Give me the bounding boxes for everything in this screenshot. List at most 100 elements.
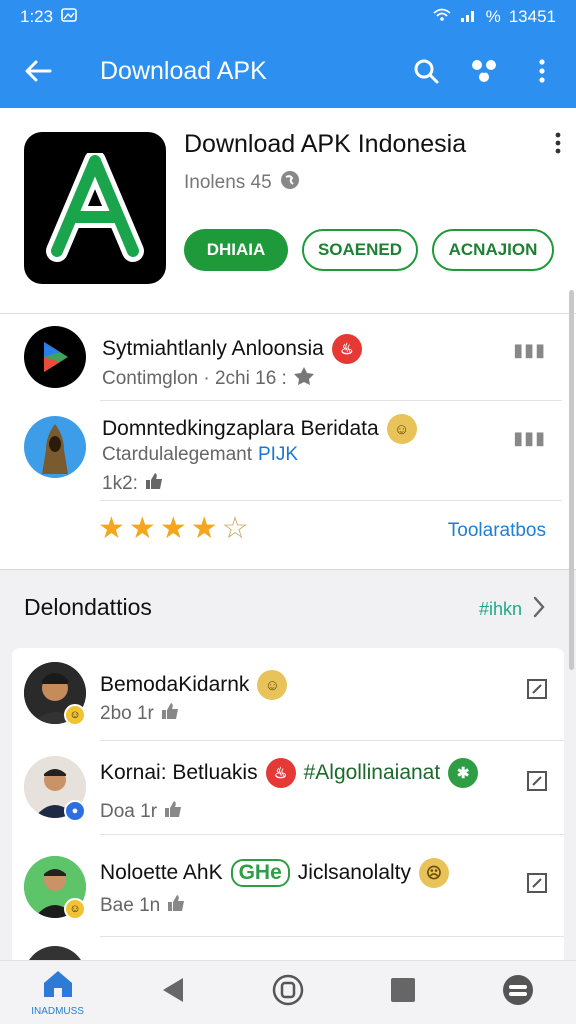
section-title: Delondattios xyxy=(24,594,152,620)
nav-back[interactable] xyxy=(141,963,205,1023)
review-row[interactable]: Sytmiahtlanly Anloonsia ♨ Contimglon · 2… xyxy=(0,314,576,400)
review-name: Sytmiahtlanly Anloonsia ♨ xyxy=(102,334,362,364)
header-more-icon[interactable] xyxy=(554,132,562,159)
verified-badge-icon: ● xyxy=(64,800,86,822)
review-more-icon[interactable]: ▮▮▮ xyxy=(513,340,546,361)
review-name: Domntedkingzaplara Beridata ☺ xyxy=(102,414,417,444)
comment-row[interactable]: ● Kornai: Betluakis ♨ #Algollinaianat ✱ … xyxy=(12,740,564,834)
divider xyxy=(100,500,562,501)
chevron-right-icon[interactable] xyxy=(532,596,546,623)
review-meta-text: Ctardulalegemant xyxy=(102,444,252,465)
nav-recents[interactable] xyxy=(256,963,320,1023)
top-bar: 1:23 % 13451 Download APK xyxy=(0,0,576,108)
nav-stop[interactable] xyxy=(371,963,435,1023)
comment-meta-text: 2bo 1r xyxy=(100,703,154,724)
star-filled-icon: ★ xyxy=(159,512,187,545)
battery-text: 13451 xyxy=(508,7,556,26)
comment-tag: GHe xyxy=(230,859,290,887)
review-extra-text: 1k2: xyxy=(102,473,138,494)
status-bar: 1:23 % 13451 xyxy=(0,0,576,34)
comment-meta-text: Bae 1n xyxy=(100,895,161,916)
comment-name: Noloette AhK GHe Jiclsanolalty ☹ xyxy=(100,858,449,888)
back-triangle-icon xyxy=(159,976,187,1009)
sparkle-emoji-icon: ✱ xyxy=(448,758,479,788)
review-name-text: Domntedkingzaplara Beridata xyxy=(102,417,379,440)
verified-icon xyxy=(293,366,315,392)
home-icon xyxy=(40,969,76,1004)
comment-name-text: Kornai: Betluakis xyxy=(100,761,258,784)
reviews-link[interactable]: Toolaratbos xyxy=(448,520,546,542)
scrollbar[interactable] xyxy=(569,290,574,670)
profile-icon xyxy=(502,974,534,1011)
edit-icon[interactable] xyxy=(526,770,548,797)
more-vertical-icon[interactable] xyxy=(524,53,560,89)
app-bar: Download APK xyxy=(0,34,576,108)
reaction-emoji-icon: ♨ xyxy=(331,334,362,364)
wifi-icon xyxy=(432,7,452,28)
section-see-more[interactable]: #ihkn xyxy=(479,596,546,623)
nav-home[interactable]: INADMUSS xyxy=(26,963,90,1023)
smile-emoji-icon: ☺ xyxy=(386,414,417,444)
signal-text: % xyxy=(485,7,501,26)
comment-name: Kornai: Betluakis ♨ #Algollinaianat ✱ xyxy=(100,758,479,788)
edit-icon[interactable] xyxy=(526,872,548,899)
review-name-text: Sytmiahtlanly Anloonsia xyxy=(102,337,324,360)
comment-name-text: Noloette AhK xyxy=(100,861,223,884)
star-filled-icon: ★ xyxy=(128,512,156,545)
back-arrow-icon[interactable] xyxy=(16,49,60,93)
star-empty-icon: ☆ xyxy=(221,512,249,545)
star-filled-icon: ★ xyxy=(98,512,125,545)
comment-row[interactable]: ☺ Noloette AhK GHe Jiclsanolalty ☹ Bae 1… xyxy=(12,834,564,934)
comment-name-text: BemodaKidarnk xyxy=(100,673,250,696)
section-link-text[interactable]: #ihkn xyxy=(479,599,522,620)
app-header-card: Download APK Indonesia Inolens 45 DHIAIA… xyxy=(0,108,576,314)
review-meta-text: Contimglon · 2chi 16 : xyxy=(102,368,287,389)
review-link[interactable]: PIJK xyxy=(258,444,298,466)
nav-profile[interactable] xyxy=(486,963,550,1023)
like-icon xyxy=(166,894,186,918)
comment-suffix: Jiclsanolalty xyxy=(297,861,411,884)
tertiary-action-button[interactable]: ACNAJION xyxy=(432,229,554,271)
review-meta: Ctardulalegemant PIJK xyxy=(102,444,298,466)
share-icon[interactable] xyxy=(466,53,502,89)
smile-emoji-icon: ☺ xyxy=(257,670,288,700)
emoji-badge-icon: ☺ xyxy=(64,898,86,920)
primary-action-button[interactable]: DHIAIA xyxy=(184,229,288,271)
search-icon[interactable] xyxy=(408,53,444,89)
signal-icon xyxy=(460,7,478,28)
edit-icon[interactable] xyxy=(526,678,548,705)
review-row[interactable]: Domntedkingzaplara Beridata ☺ Ctardulale… xyxy=(0,400,576,500)
nav-home-label: INADMUSS xyxy=(31,1005,84,1017)
comment-meta-text: Doa 1r xyxy=(100,801,158,822)
comment-meta: 2bo 1r xyxy=(100,702,180,726)
image-notification-icon xyxy=(61,7,77,28)
app-subtitle-text: Inolens 45 xyxy=(184,172,272,193)
recents-icon xyxy=(272,974,304,1011)
like-icon xyxy=(144,472,164,496)
comment-name: BemodaKidarnk ☺ xyxy=(100,670,288,700)
user-avatar-partial xyxy=(24,946,86,960)
reaction-emoji-icon: ♨ xyxy=(265,758,296,788)
comment-row[interactable]: ☺ BemodaKidarnk ☺ 2bo 1r xyxy=(12,648,564,740)
review-more-icon[interactable]: ▮▮▮ xyxy=(513,428,546,449)
star-filled-icon: ★ xyxy=(190,512,218,545)
emoji-badge-icon: ☺ xyxy=(64,704,86,726)
globe-icon xyxy=(280,170,300,196)
app-bar-title: Download APK xyxy=(100,56,267,85)
divider xyxy=(100,936,564,937)
crying-emoji-icon: ☹ xyxy=(419,858,449,888)
comment-hashtag[interactable]: #Algollinaianat xyxy=(304,761,441,785)
app-logo-icon xyxy=(24,132,166,284)
status-time: 1:23 xyxy=(20,7,54,26)
app-subtitle: Inolens 45 xyxy=(184,170,300,196)
reviews-card: Sytmiahtlanly Anloonsia ♨ Contimglon · 2… xyxy=(0,314,576,570)
comment-meta: Bae 1n xyxy=(100,894,186,918)
user-avatar xyxy=(24,416,86,478)
like-icon xyxy=(160,702,180,726)
like-icon xyxy=(163,800,183,824)
rating-stars[interactable]: ★ ★ ★ ★ ☆ xyxy=(98,514,249,544)
secondary-action-button[interactable]: SOAENED xyxy=(302,229,418,271)
app-title: Download APK Indonesia xyxy=(184,130,467,158)
comments-card: ☺ BemodaKidarnk ☺ 2bo 1r ● Kornai: Betlu… xyxy=(12,648,564,960)
review-extra: 1k2: xyxy=(102,472,164,496)
